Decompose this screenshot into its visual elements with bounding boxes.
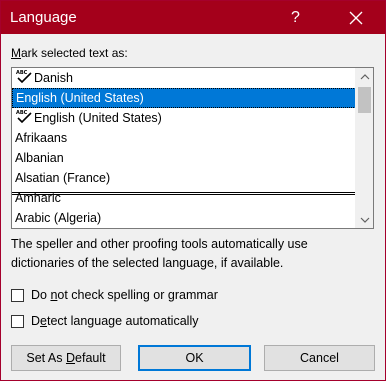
scroll-thumb[interactable]	[358, 87, 371, 113]
close-icon	[349, 11, 362, 24]
language-item[interactable]: English (United States)	[12, 88, 356, 108]
help-button[interactable]: ?	[273, 1, 318, 34]
language-item-label: Afrikaans	[15, 131, 68, 145]
language-item[interactable]: ABC Danish	[12, 68, 356, 88]
chevron-up-icon	[360, 73, 369, 79]
scroll-up-button[interactable]	[356, 68, 373, 85]
language-item[interactable]: Afrikaans	[12, 128, 356, 148]
cancel-button[interactable]: Cancel	[264, 345, 375, 371]
language-dialog: Language ? Mark selected text as: ABC Dan…	[0, 0, 386, 381]
ok-label: OK	[185, 351, 204, 365]
scroll-down-button[interactable]	[356, 211, 373, 228]
spell-check-icon: ABC	[16, 110, 32, 123]
proofing-description: The speller and other proofing tools aut…	[11, 237, 308, 270]
mark-selected-text-label: Mark selected text as:	[11, 46, 128, 60]
detect-language-option[interactable]: Detect language automatically	[11, 314, 198, 328]
svg-text:ABC: ABC	[16, 110, 28, 116]
language-item-label: Arabic (Algeria)	[15, 211, 102, 225]
do-not-check-spelling-option[interactable]: Do not check spelling or grammar	[11, 288, 218, 302]
language-item-label: Alsatian (France)	[15, 171, 111, 185]
cancel-label: Cancel	[300, 351, 339, 365]
detect-language-label: Detect language automatically	[31, 314, 199, 328]
set-as-default-label: Set As Default	[26, 351, 106, 365]
do-not-check-spelling-checkbox[interactable]	[11, 288, 24, 302]
title-bar[interactable]: Language ?	[1, 1, 385, 34]
language-item[interactable]: Alsatian (France)	[12, 168, 356, 188]
do-not-check-spelling-label: Do not check spelling or grammar	[31, 288, 218, 302]
language-listbox[interactable]: ABC Danish English (United States) ABC Engli…	[11, 67, 374, 229]
list-divider	[12, 194, 356, 195]
language-list: ABC Danish English (United States) ABC Engli…	[12, 68, 356, 228]
help-icon: ?	[291, 8, 300, 26]
close-button[interactable]	[333, 1, 378, 34]
chevron-down-icon	[360, 217, 369, 223]
ok-button[interactable]: OK	[138, 345, 251, 371]
language-item-label: Danish	[34, 71, 73, 85]
language-item[interactable]: Arabic (Algeria)	[12, 208, 356, 228]
language-item[interactable]: Amharic	[12, 188, 356, 208]
language-item-label: English (United States)	[34, 111, 162, 125]
svg-text:ABC: ABC	[16, 70, 28, 76]
detect-language-checkbox[interactable]	[11, 314, 24, 328]
language-item[interactable]: Albanian	[12, 148, 356, 168]
set-as-default-button[interactable]: Set As Default	[11, 345, 121, 371]
list-scrollbar[interactable]	[355, 68, 373, 228]
dialog-title: Language	[10, 9, 77, 26]
language-item[interactable]: ABC English (United States)	[12, 108, 356, 128]
language-item-label: Albanian	[15, 151, 64, 165]
spell-check-icon: ABC	[16, 70, 32, 83]
list-divider	[12, 192, 356, 193]
language-item-label: English (United States)	[16, 91, 144, 105]
